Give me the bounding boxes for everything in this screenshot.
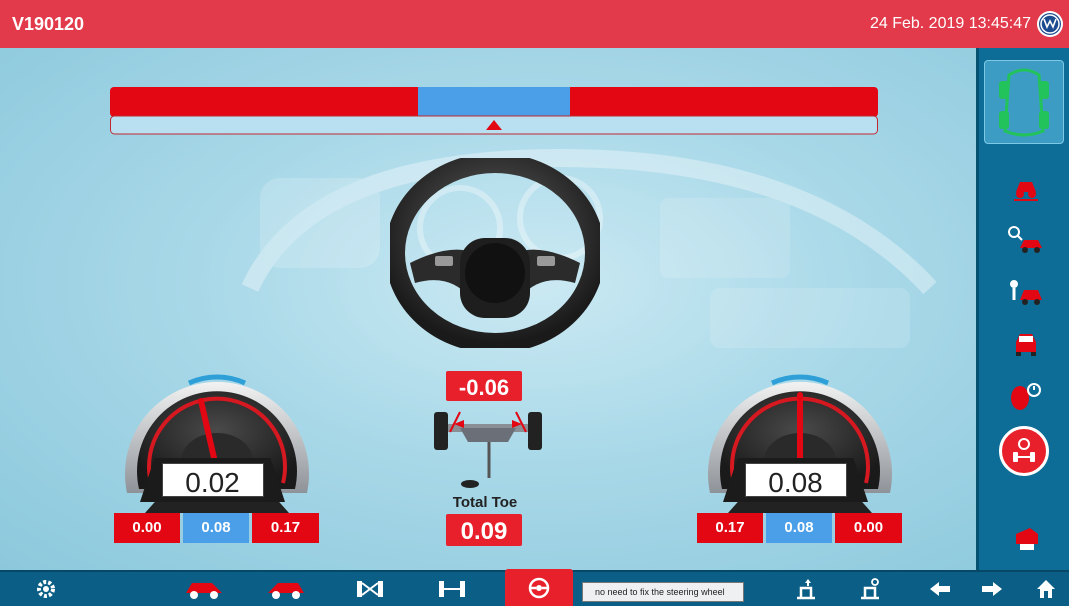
car-repair-button[interactable] — [995, 272, 1057, 312]
lift-up-icon — [797, 579, 815, 600]
left-gauge-value-box: 0.02 — [140, 458, 285, 502]
axle-alt-icon — [439, 581, 465, 597]
car-front-side-icon — [268, 583, 304, 599]
left-gauge-value: 0.02 — [185, 467, 240, 498]
title-bar: V190120 24 Feb. 2019 13:45:47 — [0, 0, 1069, 48]
car-front-icon — [1016, 334, 1036, 356]
steering-tooltip: no need to fix the steering wheel — [582, 582, 744, 602]
car-front-button[interactable] — [995, 324, 1057, 364]
car-rear-icon — [186, 583, 222, 599]
right-sidebar — [976, 48, 1069, 570]
steering-wheel-image — [390, 158, 600, 348]
axle-diagram-image — [434, 411, 542, 488]
car-lift-button[interactable] — [995, 168, 1057, 208]
toe-range-bar — [110, 87, 878, 135]
wheel-sensor-button[interactable] — [995, 376, 1057, 416]
car-lift-icon — [1014, 182, 1038, 201]
right-gauge-min: 0.17 — [697, 513, 763, 543]
printer-icon — [1016, 528, 1038, 550]
left-gauge-min: 0.00 — [114, 513, 180, 543]
right-gauge-max: 0.00 — [835, 513, 902, 543]
back-button[interactable] — [922, 572, 958, 606]
main-view: -0.06 Total Toe 0.09 0.02 0.00 0.08 0.17… — [0, 48, 976, 570]
home-button[interactable] — [1028, 572, 1064, 606]
forward-arrow-icon — [982, 582, 1002, 596]
settings-button[interactable] — [28, 572, 64, 606]
car-search-icon — [1008, 226, 1042, 253]
left-gauge-range: 0.00 0.08 0.17 — [114, 513, 319, 543]
brand-logo — [1037, 11, 1063, 37]
right-gauge-value-box: 0.08 — [723, 458, 868, 502]
toe-adjust-icon — [1013, 438, 1035, 462]
total-toe-label: Total Toe — [452, 494, 518, 511]
toe-top-value: -0.06 — [446, 371, 522, 401]
car-rear-button[interactable] — [176, 572, 232, 606]
left-gauge-max: 0.17 — [252, 513, 319, 543]
car-overview-icon — [999, 68, 1049, 137]
axle-button[interactable] — [350, 572, 390, 606]
right-gauge-range: 0.17 0.08 0.00 — [697, 513, 902, 543]
steering-wheel-icon — [528, 577, 550, 598]
lift-down-icon — [861, 578, 879, 600]
print-button[interactable] — [995, 518, 1057, 558]
left-gauge-mid: 0.08 — [183, 513, 249, 543]
total-toe-value: 0.09 — [446, 514, 522, 546]
bottom-toolbar: no need to fix the steering wheel — [0, 569, 1069, 606]
lift-down-button[interactable] — [850, 572, 890, 606]
axle-icon — [357, 581, 383, 597]
lift-up-button[interactable] — [786, 572, 826, 606]
car-repair-icon — [1010, 280, 1042, 305]
forward-button[interactable] — [974, 572, 1010, 606]
back-arrow-icon — [930, 582, 950, 596]
toe-adjust-button[interactable] — [999, 426, 1049, 476]
car-search-button[interactable] — [995, 220, 1057, 260]
datetime-label: 24 Feb. 2019 13:45:47 — [869, 15, 1031, 32]
right-gauge-value: 0.08 — [768, 467, 823, 498]
home-icon — [1037, 580, 1055, 598]
car-overview-button[interactable] — [984, 60, 1064, 144]
settings-icon — [37, 580, 55, 598]
right-gauge-mid: 0.08 — [766, 513, 832, 543]
steering-wheel-button[interactable] — [505, 569, 573, 606]
wheel-sensor-icon — [1011, 383, 1041, 410]
axle-alt-button[interactable] — [432, 572, 472, 606]
page-title: V190120 — [12, 14, 85, 34]
car-front-side-button[interactable] — [258, 572, 314, 606]
